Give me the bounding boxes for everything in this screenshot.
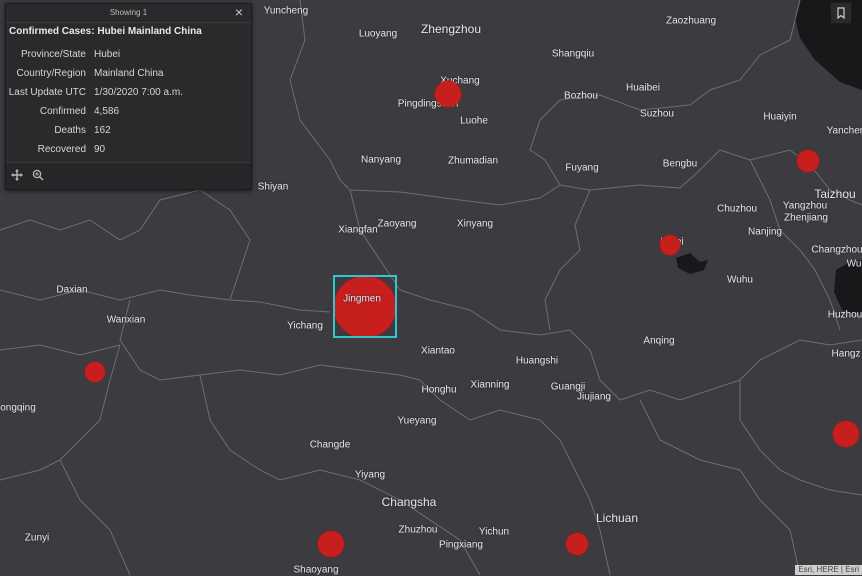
- city-label-chuzhou: Chuzhou: [716, 203, 758, 215]
- city-label-huaibei: Huaibei: [626, 82, 660, 94]
- city-label-yuncheng: Yuncheng: [263, 5, 309, 17]
- case-marker-henan[interactable]: [435, 81, 461, 107]
- city-label-bozhou: Bozhou: [564, 90, 598, 102]
- city-label-anqing: Anqing: [643, 335, 675, 347]
- city-label-fuyang: Fuyang: [565, 162, 599, 174]
- city-label-xianning: Xianning: [470, 379, 510, 391]
- popup-feature-count: Showing 1: [109, 8, 148, 17]
- field-value: 90: [94, 144, 106, 155]
- city-label-jiujiang: Jiujiang: [577, 391, 611, 403]
- city-label-hangzhou: Hangz: [831, 348, 861, 360]
- popup-footer: [6, 162, 251, 189]
- map-attribution[interactable]: Esri, HERE | Esri: [795, 565, 862, 575]
- city-label-changde: Changde: [309, 439, 351, 451]
- city-label-xinyang: Xinyang: [456, 218, 494, 230]
- city-label-zhuzhou: Zhuzhou: [398, 524, 438, 536]
- city-label-nanyang: Nanyang: [360, 154, 402, 166]
- city-label-daxian: Daxian: [56, 284, 88, 296]
- table-row: Province/State Hubei: [6, 45, 183, 64]
- city-label-yichang: Yichang: [287, 320, 323, 332]
- field-value: 162: [94, 125, 111, 136]
- city-label-zhumadian: Zhumadian: [447, 155, 499, 167]
- move-icon[interactable]: [11, 169, 23, 184]
- city-label-shangqiu: Shangqiu: [551, 48, 595, 60]
- city-label-zhengzhou: Zhengzhou: [420, 22, 482, 36]
- field-value: Hubei: [94, 49, 121, 60]
- bookmark-button[interactable]: [830, 2, 852, 24]
- city-label-changzhou: Changzhou: [811, 244, 862, 256]
- city-label-luohe: Luohe: [460, 115, 488, 127]
- field-label: Country/Region: [16, 68, 86, 79]
- city-label-zaozhuang: Zaozhuang: [665, 15, 717, 27]
- city-label-wanxian: Wanxian: [106, 314, 146, 326]
- field-label: Recovered: [37, 144, 86, 155]
- popup-header: Showing 1 ×: [6, 4, 251, 23]
- case-marker-chongqing[interactable]: [85, 362, 105, 382]
- field-label: Province/State: [20, 49, 86, 60]
- city-label-luoyang: Luoyang: [358, 28, 398, 40]
- selection-highlight: [333, 275, 397, 338]
- field-value: Mainland China: [94, 68, 164, 79]
- city-label-lichuan: Lichuan: [595, 511, 639, 525]
- field-value: 1/30/2020 7:00 a.m.: [94, 87, 183, 98]
- zoom-to-icon[interactable]: [32, 169, 44, 184]
- city-label-changsha: Changsha: [381, 495, 437, 509]
- table-row: Recovered 90: [6, 140, 183, 159]
- field-value: 4,586: [94, 106, 120, 117]
- city-label-chongqing: ongqing: [0, 402, 36, 414]
- city-label-yancheng: Yanchen: [826, 125, 862, 137]
- city-label-yichun: Yichun: [478, 526, 510, 538]
- case-marker-anhui[interactable]: [660, 235, 680, 255]
- bookmark-icon: [837, 7, 845, 20]
- case-marker-hunan[interactable]: [318, 531, 344, 557]
- info-popup: Showing 1 × Confirmed Cases: Hubei Mainl…: [5, 3, 252, 190]
- city-label-jingmen: Jingmen: [343, 293, 381, 305]
- city-label-xiangfan: Xiangfan: [338, 224, 378, 236]
- case-marker-jiangxi[interactable]: [566, 533, 588, 555]
- table-row: Confirmed 4,586: [6, 102, 183, 121]
- city-label-taizhou: Taizhou: [814, 187, 856, 201]
- field-label: Last Update UTC: [8, 87, 86, 98]
- popup-title: Confirmed Cases: Hubei Mainland China: [9, 26, 202, 37]
- city-label-yangzhou: Yangzhou: [782, 200, 828, 212]
- city-label-huaiyin: Huaiyin: [763, 111, 797, 123]
- city-label-pingxiang: Pingxiang: [439, 539, 483, 551]
- table-row: Last Update UTC 1/30/2020 7:00 a.m.: [6, 83, 183, 102]
- city-label-suzhou: Suzhou: [640, 108, 674, 120]
- city-label-shiyan: Shiyan: [257, 181, 289, 193]
- field-label: Confirmed: [39, 106, 86, 117]
- city-label-wu: Wu: [846, 258, 862, 270]
- city-label-zaoyang: Zaoyang: [377, 218, 417, 230]
- popup-attribute-table: Province/State Hubei Country/Region Main…: [6, 45, 183, 159]
- city-label-yiyang: Yiyang: [354, 469, 386, 481]
- city-label-bengbu: Bengbu: [662, 158, 698, 170]
- city-label-wuhu: Wuhu: [727, 274, 753, 286]
- city-label-shaoyang: Shaoyang: [293, 564, 339, 576]
- field-label: Deaths: [54, 125, 86, 136]
- city-label-zunyi: Zunyi: [24, 532, 50, 544]
- close-icon[interactable]: ×: [235, 5, 243, 19]
- city-label-nanjing: Nanjing: [748, 226, 782, 238]
- city-label-yueyang: Yueyang: [397, 415, 437, 427]
- city-label-honghu: Honghu: [421, 384, 457, 396]
- table-row: Deaths 162: [6, 121, 183, 140]
- city-label-huangshi: Huangshi: [515, 355, 559, 367]
- case-marker-zhejiang[interactable]: [833, 421, 859, 447]
- city-label-zhenjiang: Zhenjiang: [784, 212, 828, 224]
- city-label-xiantao: Xiantao: [421, 345, 455, 357]
- city-label-huzhou: Huzhou: [827, 309, 862, 321]
- table-row: Country/Region Mainland China: [6, 64, 183, 83]
- case-marker-jiangsu[interactable]: [797, 150, 819, 172]
